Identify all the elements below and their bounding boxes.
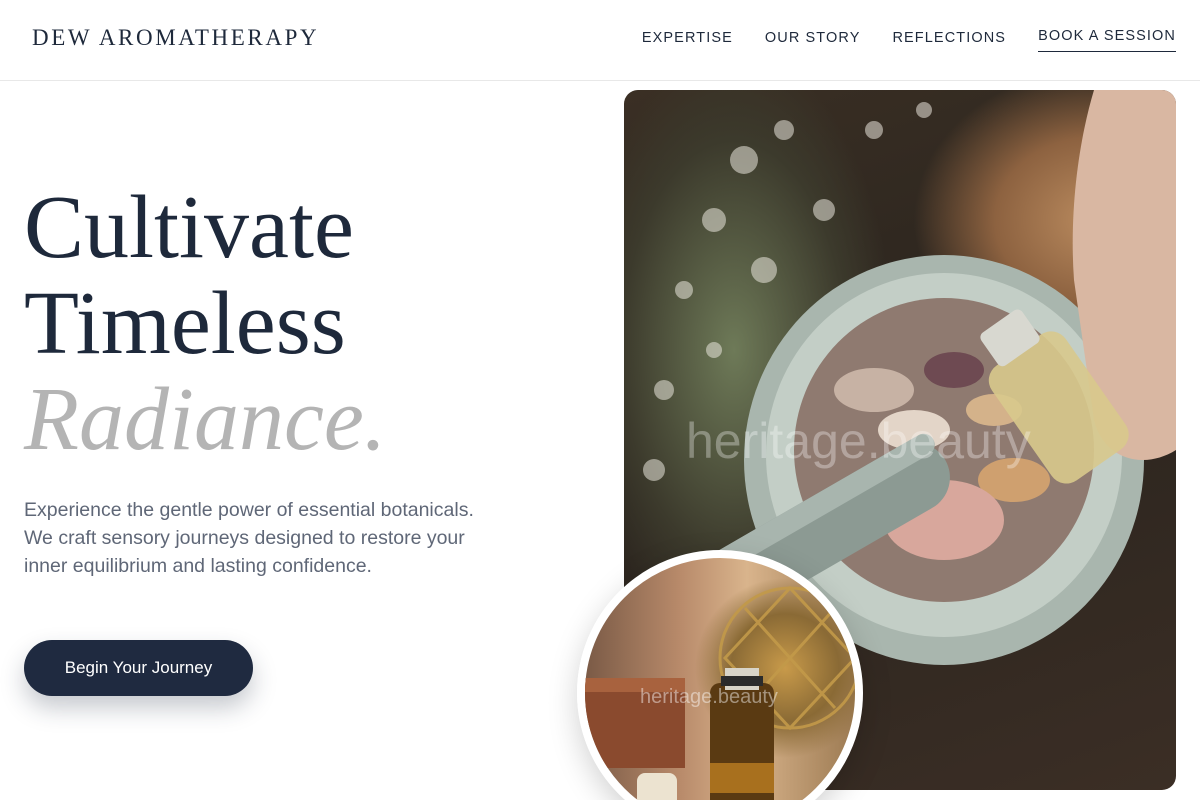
headline-line-2: Timeless (24, 274, 346, 373)
inset-image-watermark: heritage.beauty (640, 686, 778, 708)
main-image-watermark: heritage.beauty (686, 413, 1031, 469)
hero-headline: Cultivate Timeless Radiance. (24, 180, 386, 468)
headline-accent: Radiance. (24, 370, 387, 469)
nav-item-reflections[interactable]: REFLECTIONS (892, 30, 1006, 52)
nav-item-expertise[interactable]: EXPERTISE (642, 30, 733, 52)
oil-bottle-illustration (585, 585, 855, 800)
brand-logo[interactable]: DEW AROMATHERAPY (32, 25, 319, 51)
site-header: DEW AROMATHERAPY EXPERTISE OUR STORY REF… (0, 0, 1200, 81)
hero-intro-text: Experience the gentle power of essential… (24, 499, 474, 577)
hero-inset-image: heritage.beauty (577, 550, 863, 800)
nav-item-our-story[interactable]: OUR STORY (765, 30, 861, 52)
begin-journey-button[interactable]: Begin Your Journey (24, 640, 253, 696)
book-session-link[interactable]: BOOK A SESSION (1038, 28, 1176, 52)
main-nav: EXPERTISE OUR STORY REFLECTIONS BOOK A S… (610, 28, 1176, 52)
headline-line-1: Cultivate (24, 178, 354, 277)
